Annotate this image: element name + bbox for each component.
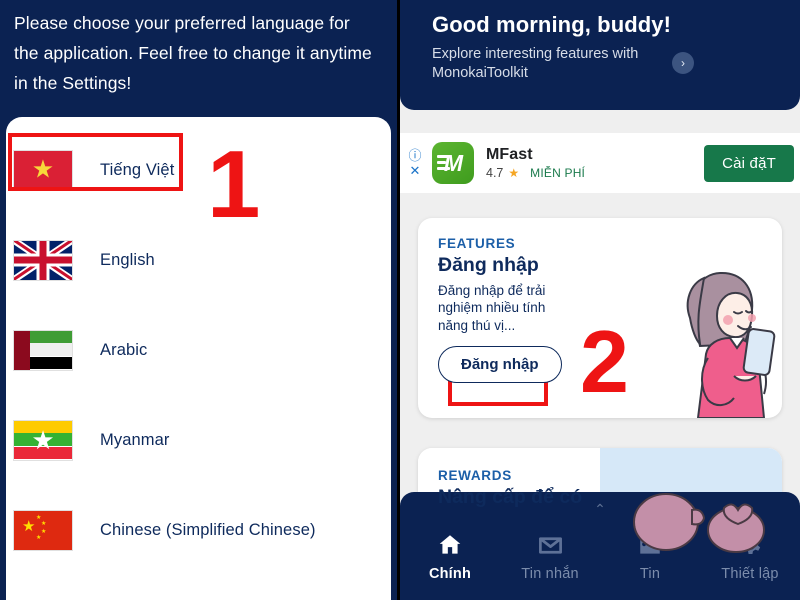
- ad-controls: ⓘ ✕: [404, 149, 426, 177]
- install-button[interactable]: Cài đặT: [704, 144, 794, 182]
- login-button[interactable]: Đăng nhập: [438, 345, 562, 383]
- language-option-myanmar[interactable]: ★ Myanmar: [6, 395, 391, 485]
- chevron-right-icon[interactable]: ›: [672, 52, 694, 74]
- close-icon[interactable]: ✕: [410, 164, 421, 177]
- nav-label: Tin: [639, 566, 661, 582]
- nav-item-tin-nhan[interactable]: Tin nhắn: [500, 530, 600, 582]
- features-card-description: Đăng nhập để trải nghiệm nhiều tính năng…: [438, 283, 546, 333]
- greeting-subtitle: Explore interesting features with Monoka…: [432, 46, 639, 81]
- features-card-kicker: FEATURES: [438, 236, 516, 251]
- nav-label: Thiết lập: [721, 566, 779, 582]
- language-sheet: ★ Tiếng Việt English Arabic ★ Myanmar ★ …: [6, 117, 391, 600]
- ad-text-block: MFast 4.7 ★ MIỄN PHÍ: [486, 146, 704, 180]
- united-kingdom-flag-icon: [14, 240, 72, 280]
- envelope-icon: [500, 530, 600, 560]
- nav-item-chinh[interactable]: Chính: [400, 530, 500, 582]
- ad-app-name: MFast: [486, 146, 533, 163]
- home-icon: [400, 530, 500, 560]
- rewards-card-title: Nâng cấp để có: [438, 486, 583, 508]
- language-selection-panel: Please choose your preferred language fo…: [0, 0, 400, 600]
- language-option-partial[interactable]: [6, 575, 391, 600]
- nav-label: Chính: [428, 566, 472, 582]
- language-label: Chinese (Simplified Chinese): [100, 520, 316, 539]
- star-glyph: ★: [31, 425, 55, 455]
- greeting-header: Good morning, buddy! Explore interesting…: [400, 0, 800, 110]
- app-screenshot: Please choose your preferred language fo…: [0, 0, 800, 600]
- vietnam-flag-icon: ★: [14, 150, 72, 190]
- ad-banner: ⓘ ✕ M MFast 4.7 ★ MIỄN PHÍ Cài đặT: [400, 133, 800, 193]
- intro-instruction-text: Please choose your preferred language fo…: [14, 13, 372, 94]
- features-card-title: Đăng nhập: [438, 254, 539, 276]
- united-arab-emirates-flag-icon: [14, 330, 72, 370]
- mfast-app-icon: M: [432, 142, 474, 184]
- info-icon[interactable]: ⓘ: [408, 149, 421, 162]
- language-list: ★ Tiếng Việt English Arabic ★ Myanmar ★ …: [6, 117, 391, 600]
- step-marker-1: 1: [207, 131, 261, 238]
- language-label: Myanmar: [100, 430, 170, 449]
- greeting-title: Good morning, buddy!: [432, 12, 672, 37]
- language-label: English: [100, 250, 155, 269]
- china-flag-icon: ★ ★ ★ ★ ★: [14, 510, 72, 550]
- myanmar-flag-icon: ★: [14, 420, 72, 460]
- language-label: Tiếng Việt: [100, 160, 175, 179]
- home-screen-panel: Good morning, buddy! Explore interesting…: [400, 0, 800, 600]
- nav-label: Tin nhắn: [521, 566, 579, 582]
- language-option-arabic[interactable]: Arabic: [6, 305, 391, 395]
- ad-price-label: MIỄN PHÍ: [530, 166, 586, 180]
- ad-rating-value: 4.7: [486, 166, 504, 180]
- language-option-chinese[interactable]: ★ ★ ★ ★ ★ Chinese (Simplified Chinese): [6, 485, 391, 575]
- language-option-english[interactable]: English: [6, 215, 391, 305]
- rewards-card-kicker: REWARDS: [438, 468, 512, 483]
- language-option-vietnamese[interactable]: ★ Tiếng Việt: [6, 125, 391, 215]
- star-glyph: ★: [31, 155, 55, 184]
- language-label: Arabic: [100, 340, 148, 359]
- star-icon: ★: [508, 166, 520, 180]
